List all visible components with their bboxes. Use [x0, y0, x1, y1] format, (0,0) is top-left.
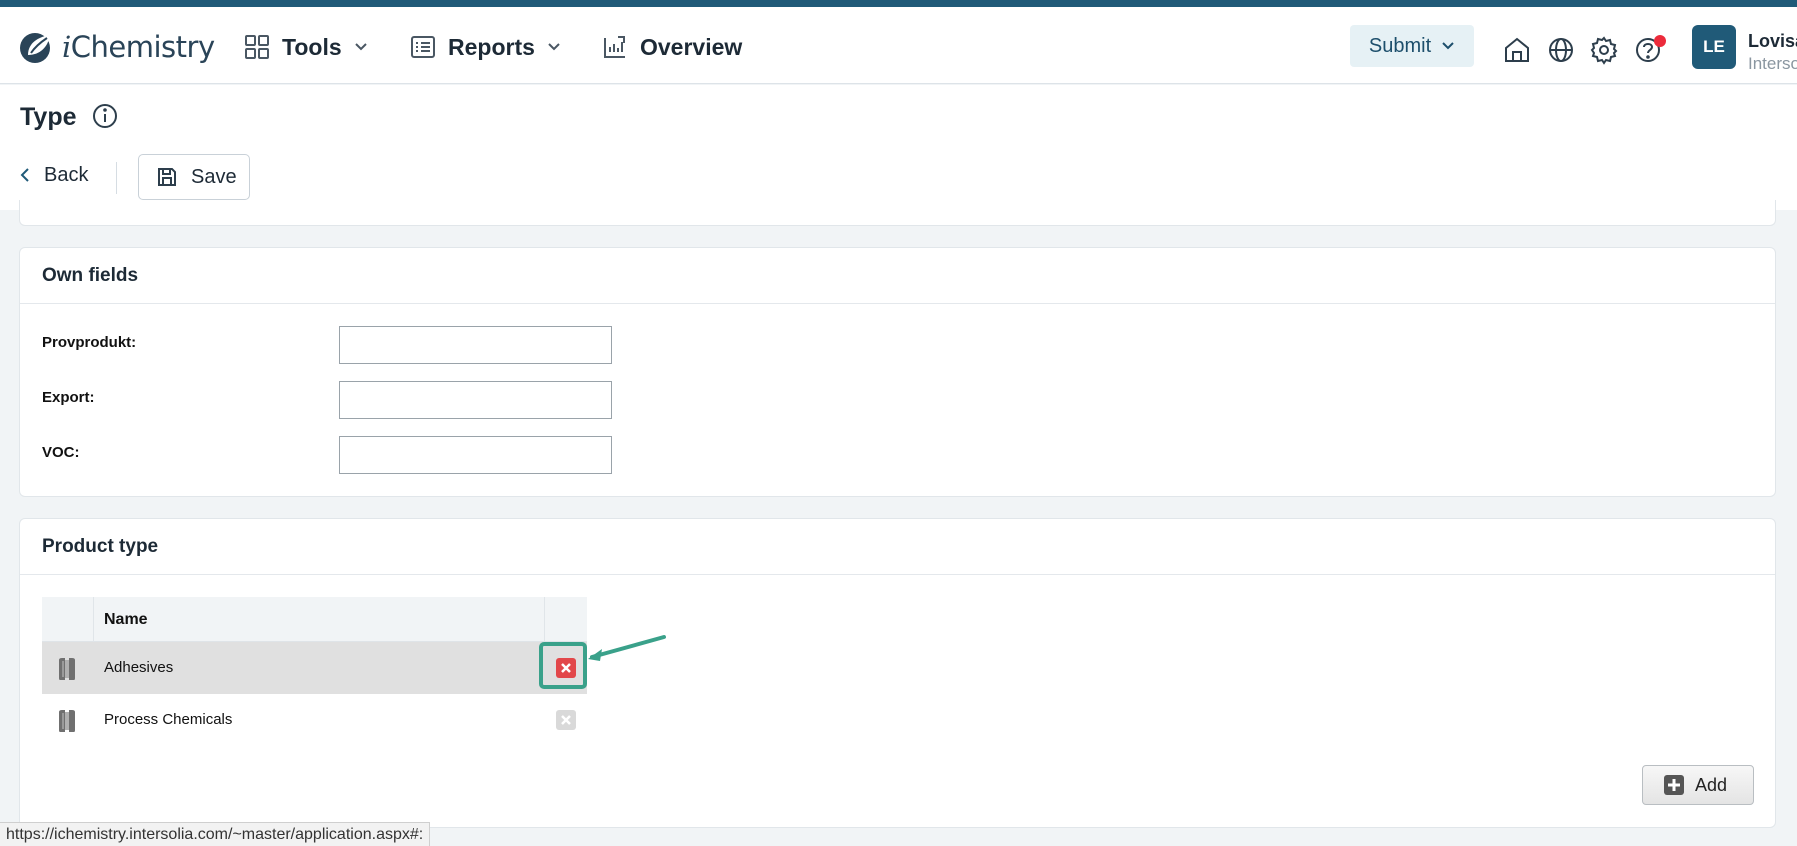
chevron-left-icon — [20, 168, 29, 182]
field-label: Provprodukt: — [42, 334, 137, 351]
user-organization: Interso — [1748, 54, 1797, 73]
notification-dot — [1654, 35, 1666, 47]
annotation-highlight-box — [539, 642, 587, 689]
previous-card-bottom — [19, 200, 1776, 226]
nav-tools-label: Tools — [282, 33, 342, 60]
field-voc: VOC: — [42, 436, 642, 474]
nav-tools[interactable]: Tools — [244, 31, 368, 63]
back-button[interactable]: Back — [20, 155, 88, 195]
settings-icon[interactable] — [1589, 35, 1619, 65]
nav-overview[interactable]: Overview — [602, 31, 742, 63]
field-export: Export: — [42, 381, 642, 419]
close-icon — [561, 715, 571, 725]
avatar[interactable]: LE — [1692, 25, 1736, 69]
product-type-header: Product type — [20, 519, 1775, 575]
home-icon[interactable] — [1502, 35, 1532, 65]
column-separator — [544, 597, 545, 642]
product-type-card: Product type Name Adhesives Process Chem… — [19, 518, 1776, 828]
add-button[interactable]: Add — [1642, 765, 1754, 805]
voc-input[interactable] — [339, 436, 612, 474]
annotation-arrow-icon — [588, 635, 666, 661]
logo-text: iChemistry — [62, 30, 215, 64]
grid-header-row: Name — [42, 597, 587, 642]
toolbar-divider — [116, 162, 117, 194]
page-header: Type Back Save — [0, 85, 1797, 210]
column-header-name[interactable]: Name — [104, 611, 148, 629]
nav-reports[interactable]: Reports — [410, 31, 561, 63]
save-button[interactable]: Save — [138, 154, 250, 200]
product-type-grid: Name Adhesives Process Chemicals — [42, 597, 587, 746]
chevron-down-icon — [354, 43, 367, 51]
plus-icon — [1664, 775, 1684, 795]
nav-overview-label: Overview — [640, 33, 743, 60]
product-type-title: Product type — [42, 535, 159, 557]
browser-status-url: https://ichemistry.intersolia.com/~maste… — [0, 822, 431, 846]
grid-icon — [245, 35, 269, 59]
table-row[interactable]: Process Chemicals — [42, 694, 587, 746]
user-name[interactable]: Lovisa — [1748, 31, 1797, 52]
app-logo[interactable]: iChemistry — [18, 29, 215, 65]
binder-icon — [59, 710, 75, 732]
page-title: Type — [20, 103, 77, 131]
chart-icon — [604, 36, 625, 58]
chevron-down-icon — [548, 43, 560, 51]
row-name: Adhesives — [104, 659, 174, 676]
globe-icon[interactable] — [1546, 35, 1576, 65]
own-fields-header: Own fields — [20, 248, 1775, 304]
top-navbar: iChemistry Tools Reports Overview Submit — [0, 7, 1797, 84]
top-accent-stripe — [0, 0, 1797, 7]
logo-leaf-icon — [20, 33, 50, 63]
list-report-icon — [411, 36, 435, 58]
column-separator — [93, 597, 94, 642]
delete-row-button[interactable] — [556, 710, 576, 730]
field-label: Export: — [42, 389, 95, 406]
floppy-disk-icon — [158, 168, 176, 186]
own-fields-card: Own fields Provprodukt: Export: VOC: — [19, 247, 1776, 497]
nav-reports-label: Reports — [448, 33, 535, 60]
table-row[interactable]: Adhesives — [42, 642, 587, 694]
binder-icon — [59, 658, 75, 680]
export-input[interactable] — [339, 381, 612, 419]
save-label: Save — [191, 165, 237, 188]
own-fields-title: Own fields — [42, 264, 139, 286]
info-icon[interactable] — [91, 102, 119, 130]
row-name: Process Chemicals — [104, 711, 233, 728]
back-label: Back — [44, 163, 89, 186]
submit-label: Submit — [1368, 34, 1432, 57]
submit-dropdown-button[interactable]: Submit — [1350, 25, 1474, 67]
add-label: Add — [1695, 774, 1728, 795]
chevron-down-icon — [1442, 42, 1454, 50]
field-label: VOC: — [42, 444, 80, 461]
field-provprodukt: Provprodukt: — [42, 326, 642, 364]
provprodukt-input[interactable] — [339, 326, 612, 364]
